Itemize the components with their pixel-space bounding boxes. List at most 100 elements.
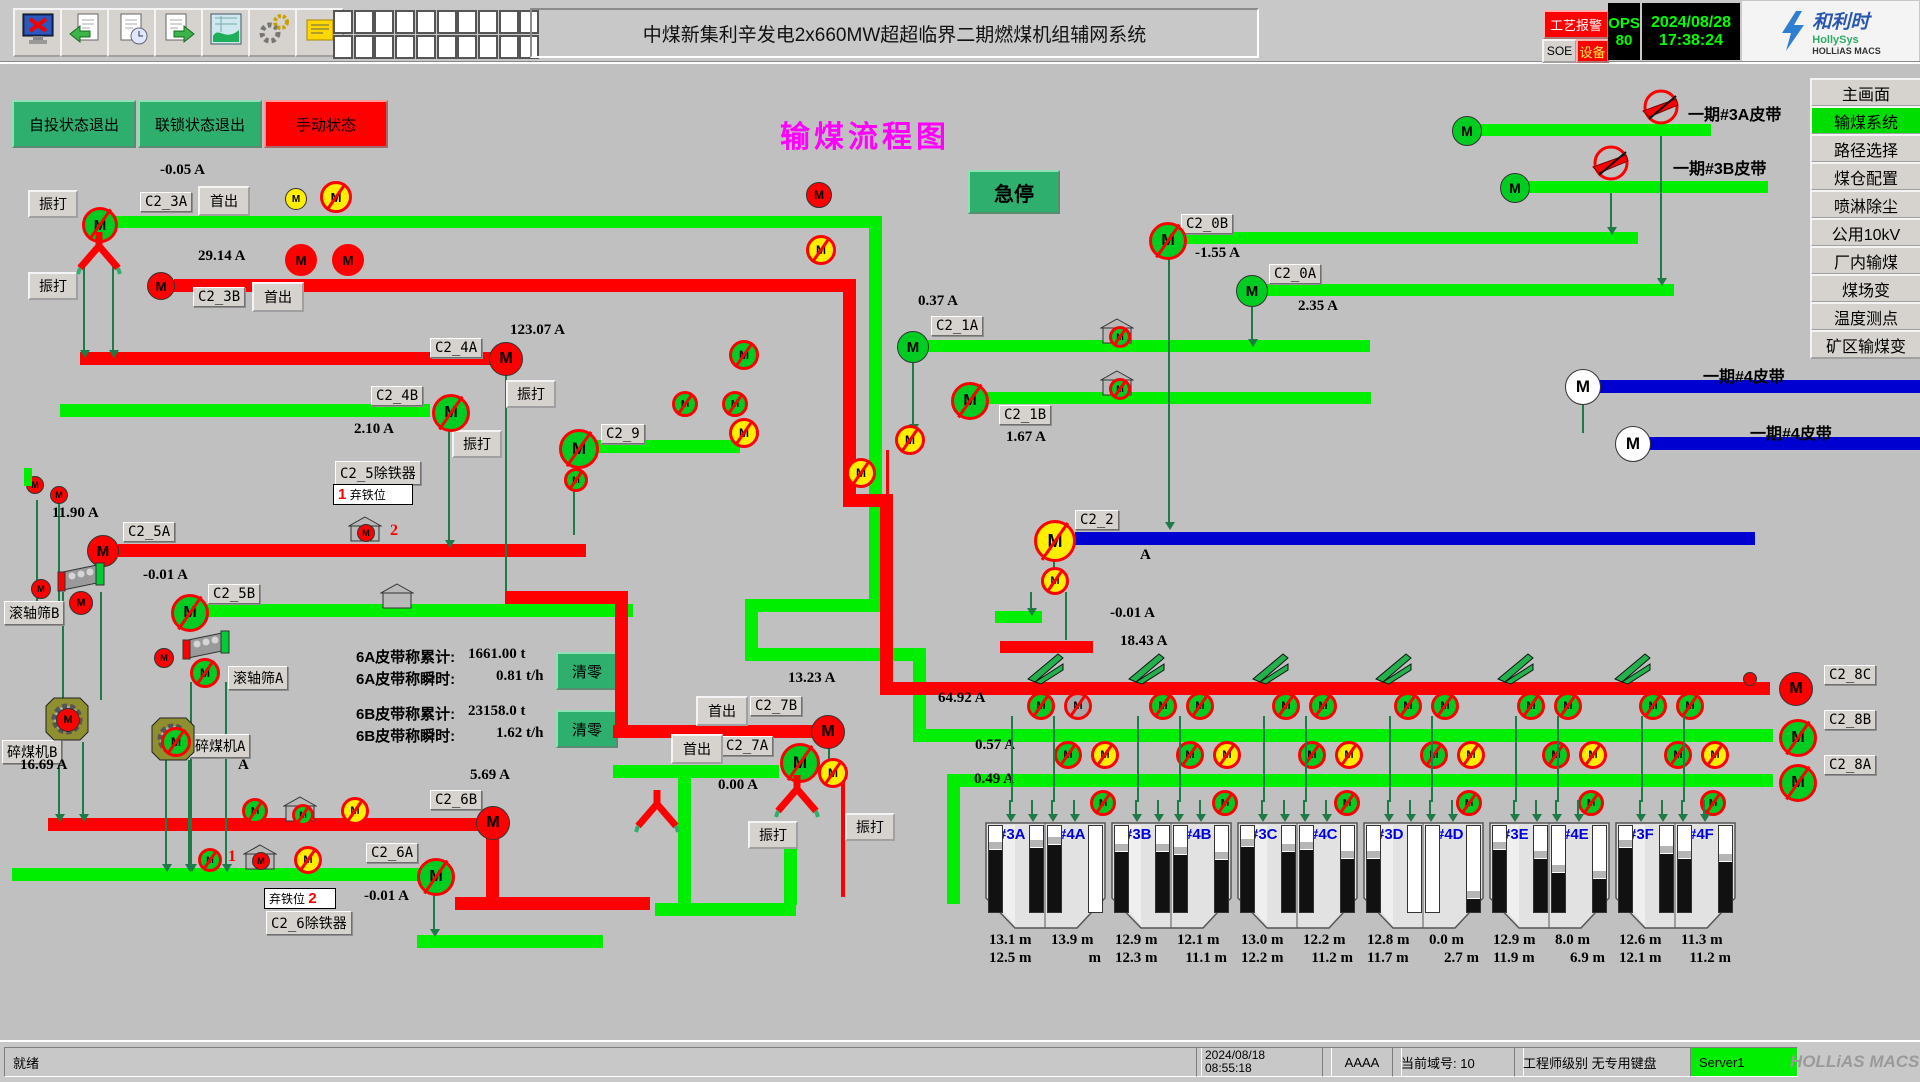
gate-row1-7[interactable]: M <box>1431 692 1459 720</box>
gate-house-C2_1A-motor[interactable]: M <box>1109 326 1131 348</box>
alarm-indicator-box[interactable] <box>457 35 477 59</box>
mode-button-0[interactable]: 自投状态退出 <box>12 100 136 148</box>
first-out-button-0[interactable]: 首出 <box>198 186 250 216</box>
motor-C2_6A[interactable]: M <box>417 858 455 896</box>
motor-phase1-3A[interactable]: M <box>1452 116 1482 146</box>
device-label-C2_6B[interactable]: C2_6B <box>430 790 482 810</box>
device-label-C2_7B[interactable]: C2_7B <box>750 696 802 716</box>
mode-button-1[interactable]: 联锁状态退出 <box>138 100 262 148</box>
emergency-stop-button[interactable]: 急停 <box>968 170 1060 214</box>
plow-diverter-icon-1[interactable] <box>1127 651 1167 690</box>
gate-upper-2[interactable]: M <box>722 391 748 417</box>
plow-diverter-icon-3[interactable] <box>1374 651 1414 690</box>
alarm-indicator-box[interactable] <box>333 10 353 34</box>
valve-C2_2[interactable]: M <box>1041 567 1069 595</box>
gate-row2-6[interactable]: M <box>1420 741 1448 769</box>
gate-row2-10[interactable]: M <box>1664 741 1692 769</box>
discard-house-2-motor[interactable]: M <box>357 524 375 542</box>
motor-aux-red-1[interactable]: M <box>285 244 317 276</box>
device-label-C2_6A[interactable]: C2_6A <box>366 843 418 863</box>
device-label-C2_5B[interactable]: C2_5B <box>208 584 260 604</box>
toolbar-button-page-forward[interactable] <box>154 8 203 57</box>
alarm-indicator-box[interactable] <box>499 10 519 34</box>
scale-6b-clear-button[interactable]: 清零 <box>556 710 618 748</box>
motor-phase1-4A[interactable]: M <box>1565 369 1601 405</box>
device-label-C2_1B[interactable]: C2_1B <box>999 405 1051 425</box>
sidebar-item-coal-conveying[interactable]: 输煤系统 <box>1810 106 1920 135</box>
gate-row2-5[interactable]: M <box>1335 741 1363 769</box>
motor-roller-b-aux1[interactable]: M <box>31 579 51 599</box>
sidebar-item-bunker-config[interactable]: 煤仓配置 <box>1810 162 1920 191</box>
gate-row1-10[interactable]: M <box>1639 692 1667 720</box>
device-label-C2_3B[interactable]: C2_3B <box>193 287 245 307</box>
alarm-indicator-box[interactable] <box>416 35 436 59</box>
motor-C2_9[interactable]: M <box>559 429 599 469</box>
gate-row3-2[interactable]: M <box>1334 790 1360 816</box>
sidebar-item-path-select[interactable]: 路径选择 <box>1810 134 1920 163</box>
gate-mid-3[interactable]: M <box>846 458 876 488</box>
flap-gate-icon-3A[interactable] <box>1638 88 1684 131</box>
motor-crusher-b[interactable]: M <box>56 708 80 732</box>
gate-upper-1[interactable]: M <box>672 391 698 417</box>
vibrate-button-0[interactable]: 振打 <box>28 190 78 218</box>
gate-row1-3[interactable]: M <box>1186 692 1214 720</box>
vibrate-button-2[interactable]: 振打 <box>506 380 556 408</box>
motor-C2_1A[interactable]: M <box>897 331 929 363</box>
motor-C2_7B[interactable]: M <box>811 715 845 749</box>
gate-row1-0[interactable]: M <box>1027 692 1055 720</box>
motor-C2_8C[interactable]: M <box>1779 672 1813 706</box>
alarm-indicator-box[interactable] <box>437 10 457 34</box>
plow-diverter-icon-4[interactable] <box>1496 651 1536 690</box>
sidebar-item-plant-conveying[interactable]: 厂内输煤 <box>1810 246 1920 275</box>
plow-diverter-icon-0[interactable] <box>1026 651 1066 690</box>
sidebar-item-common-10kv[interactable]: 公用10kV <box>1810 218 1920 247</box>
plow-diverter-icon-5[interactable] <box>1613 651 1653 690</box>
mode-button-2[interactable]: 手动状态 <box>264 100 388 148</box>
toolbar-button-settings-gear[interactable] <box>248 8 297 57</box>
device-label-C2_9[interactable]: C2_9 <box>601 424 645 444</box>
device-label-roller_b[interactable]: 滚轴筛B <box>4 601 64 625</box>
gate-house-C2_1B-motor[interactable]: M <box>1109 378 1131 400</box>
first-out-button-2[interactable]: 首出 <box>696 696 748 726</box>
sidebar-item-spray-dedust[interactable]: 喷淋除尘 <box>1810 190 1920 219</box>
motor-left-edge-2[interactable]: M <box>50 486 68 504</box>
scale-6a-clear-button[interactable]: 清零 <box>556 652 618 690</box>
motor-crusher-a[interactable]: M <box>161 727 191 757</box>
gate-row2-9[interactable]: M <box>1579 741 1607 769</box>
toolbar-button-page-history[interactable] <box>107 8 156 57</box>
alarm-indicator-box[interactable] <box>478 10 498 34</box>
gate-row1-4[interactable]: M <box>1272 692 1300 720</box>
device-label-C2_8C[interactable]: C2_8C <box>1824 665 1876 685</box>
gate-row1-5[interactable]: M <box>1309 692 1337 720</box>
alarm-indicator-box[interactable] <box>478 35 498 59</box>
first-out-button-1[interactable]: 首出 <box>252 282 304 312</box>
motor-C2_2[interactable]: M <box>1034 520 1076 562</box>
roller-screen-b-icon[interactable] <box>55 562 107 599</box>
motor-aux-yellow-off[interactable]: M <box>320 181 352 213</box>
alarm-indicator-box[interactable] <box>354 35 374 59</box>
device-label-c2_6_detector[interactable]: C2_6除铁器 <box>266 911 352 935</box>
motor-C2_4B[interactable]: M <box>432 394 470 432</box>
alarm-indicator-box[interactable] <box>437 35 457 59</box>
toolbar-button-map[interactable] <box>201 8 250 57</box>
alarm-indicator-box[interactable] <box>416 10 436 34</box>
gate-mid-1[interactable]: M <box>729 340 759 370</box>
device-label-C2_0B[interactable]: C2_0B <box>1181 214 1233 234</box>
device-label-crusher_a[interactable]: 碎煤机A <box>190 734 250 758</box>
alarm-indicator-box[interactable] <box>457 10 477 34</box>
device-label-C2_3A[interactable]: C2_3A <box>140 192 192 212</box>
gate-row2-11[interactable]: M <box>1701 741 1729 769</box>
soe-button[interactable]: SOE <box>1542 39 1577 63</box>
valve-center-top[interactable]: M <box>806 235 836 265</box>
process-alarm-button[interactable]: 工艺报警 <box>1543 10 1609 39</box>
device-label-C2_4A[interactable]: C2_4A <box>430 338 482 358</box>
alarm-indicator-box[interactable] <box>354 10 374 34</box>
motor-C2_1B[interactable]: M <box>951 382 989 420</box>
alarm-indicator-box[interactable] <box>395 35 415 59</box>
alarm-indicator-box[interactable] <box>374 35 394 59</box>
device-label-C2_8A[interactable]: C2_8A <box>1824 755 1876 775</box>
device-label-C2_1A[interactable]: C2_1A <box>931 316 983 336</box>
motor-aux-yellow[interactable]: M <box>285 188 307 210</box>
device-label-C2_4B[interactable]: C2_4B <box>371 386 423 406</box>
toolbar-button-page-back[interactable] <box>60 8 109 57</box>
